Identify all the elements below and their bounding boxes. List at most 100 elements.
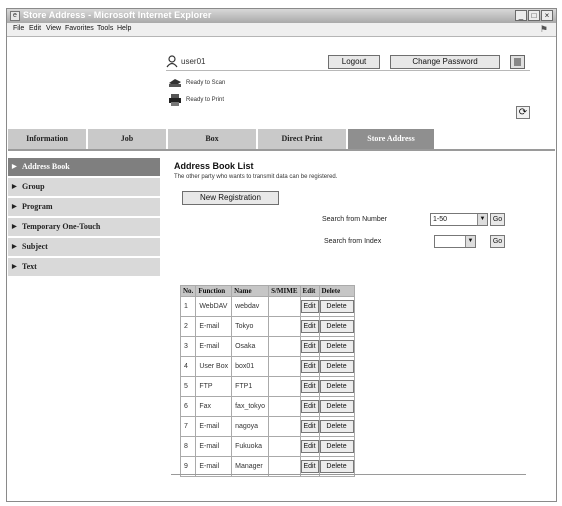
edit-button[interactable]: Edit	[300, 300, 319, 313]
menu-view[interactable]: View	[46, 25, 61, 32]
table-row: 8 E-mail Fukuoka Edit Delete	[179, 436, 355, 457]
delete-button[interactable]: Delete	[319, 380, 354, 393]
col-smime: S/MIME	[268, 285, 301, 297]
tab-job[interactable]: Job	[88, 129, 166, 149]
table-row: 6 Fax fax_tokyo Edit Delete	[179, 396, 355, 417]
new-registration-button[interactable]: New Registration	[182, 191, 279, 205]
cell-name: fax_tokyo	[231, 396, 270, 417]
refresh-icon[interactable]: ⟳	[516, 106, 530, 119]
delete-button[interactable]: Delete	[319, 300, 354, 313]
close-icon[interactable]: ×	[541, 10, 553, 21]
tab-underline	[8, 149, 555, 151]
tab-bar: Information Job Box Direct Print Store A…	[8, 129, 555, 151]
cell-edit: Edit	[299, 296, 320, 317]
delete-button[interactable]: Delete	[319, 320, 354, 333]
cell-delete: Delete	[318, 296, 355, 317]
table-row: 4 User Box box01 Edit Delete	[179, 356, 355, 377]
tab-store-address[interactable]: Store Address	[348, 129, 434, 149]
sidebar-item-program[interactable]: ▶ Program	[8, 198, 160, 216]
edit-button[interactable]: Edit	[300, 320, 319, 333]
sidebar-item-label: Temporary One-Touch	[22, 222, 101, 231]
change-password-button[interactable]: Change Password	[390, 55, 500, 69]
cell-delete: Delete	[318, 376, 355, 397]
menu-file[interactable]: File	[13, 25, 24, 32]
search-number-select[interactable]: 1-50 ▼	[430, 213, 488, 226]
delete-button[interactable]: Delete	[319, 440, 354, 453]
edit-button[interactable]: Edit	[300, 340, 319, 353]
user-icon	[166, 55, 178, 68]
cell-name: Tokyo	[231, 316, 270, 337]
address-book-table: No. Function Name S/MIME Edit Delete 1 We…	[179, 285, 355, 477]
search-number-go-button[interactable]: Go	[490, 213, 505, 226]
windows-logo-icon: ⚑	[539, 24, 548, 34]
menu-edit[interactable]: Edit	[29, 25, 41, 32]
arrow-right-icon: ▶	[12, 264, 17, 270]
cell-function: E-mail	[195, 416, 233, 437]
menu-tools[interactable]: Tools	[97, 25, 113, 32]
cell-function: WebDAV	[195, 296, 233, 317]
user-name: user01	[181, 57, 206, 66]
col-function: Function	[195, 285, 233, 297]
delete-button[interactable]: Delete	[319, 400, 354, 413]
edit-button[interactable]: Edit	[300, 380, 319, 393]
edit-button[interactable]: Edit	[300, 440, 319, 453]
search-index-label: Search from Index	[324, 238, 382, 245]
maximize-icon[interactable]: □	[528, 10, 540, 21]
sidebar-item-label: Subject	[22, 242, 48, 251]
col-edit: Edit	[299, 285, 320, 297]
scan-status: Ready to Scan	[186, 80, 226, 86]
cell-name: FTP1	[231, 376, 270, 397]
search-index-select[interactable]: ▼	[434, 235, 476, 248]
tab-direct-print[interactable]: Direct Print	[258, 129, 346, 149]
cell-delete: Delete	[318, 396, 355, 417]
cell-no: 8	[179, 436, 197, 457]
delete-button[interactable]: Delete	[319, 340, 354, 353]
arrow-right-icon: ▶	[12, 164, 17, 170]
cell-no: 4	[179, 356, 197, 377]
minimize-icon[interactable]: _	[515, 10, 527, 21]
delete-button[interactable]: Delete	[319, 420, 354, 433]
tab-information[interactable]: Information	[8, 129, 86, 149]
page-content: user01 Logout Change Password Ready to S…	[8, 37, 555, 501]
cell-function: Fax	[195, 396, 233, 417]
logout-button[interactable]: Logout	[328, 55, 380, 69]
edit-button[interactable]: Edit	[300, 360, 319, 373]
ie-icon: e	[10, 11, 20, 21]
cell-smime	[268, 396, 301, 417]
cell-no: 6	[179, 396, 197, 417]
cell-edit: Edit	[299, 356, 320, 377]
sidebar-item-subject[interactable]: ▶ Subject	[8, 238, 160, 256]
cell-edit: Edit	[299, 376, 320, 397]
chevron-down-icon: ▼	[477, 214, 487, 225]
sidebar-item-temporary-one-touch[interactable]: ▶ Temporary One-Touch	[8, 218, 160, 236]
cell-edit: Edit	[299, 416, 320, 437]
sidebar-item-text[interactable]: ▶ Text	[8, 258, 160, 276]
menu-help[interactable]: Help	[117, 25, 131, 32]
col-no: No.	[179, 285, 197, 297]
cell-name: box01	[231, 356, 270, 377]
sidebar-item-label: Group	[22, 182, 45, 191]
cell-function: E-mail	[195, 336, 233, 357]
arrow-right-icon: ▶	[12, 184, 17, 190]
cell-name: Fukuoka	[231, 436, 270, 457]
help-icon[interactable]	[510, 55, 525, 69]
sidebar-item-label: Text	[22, 262, 37, 271]
delete-button[interactable]: Delete	[319, 360, 354, 373]
cell-function: E-mail	[195, 316, 233, 337]
cell-delete: Delete	[318, 356, 355, 377]
tab-box[interactable]: Box	[168, 129, 256, 149]
sidebar-item-group[interactable]: ▶ Group	[8, 178, 160, 196]
edit-button[interactable]: Edit	[300, 460, 319, 473]
page-description: The other party who wants to transmit da…	[174, 174, 338, 180]
search-index-go-button[interactable]: Go	[490, 235, 505, 248]
delete-button[interactable]: Delete	[319, 460, 354, 473]
col-delete: Delete	[318, 285, 355, 297]
menu-favorites[interactable]: Favorites	[65, 25, 94, 32]
cell-delete: Delete	[318, 316, 355, 337]
sidebar-item-address-book[interactable]: ▶ Address Book	[8, 158, 160, 176]
edit-button[interactable]: Edit	[300, 420, 319, 433]
table-row: 2 E-mail Tokyo Edit Delete	[179, 316, 355, 337]
footer-divider	[171, 474, 526, 475]
edit-button[interactable]: Edit	[300, 400, 319, 413]
sidebar-item-label: Address Book	[22, 162, 70, 171]
